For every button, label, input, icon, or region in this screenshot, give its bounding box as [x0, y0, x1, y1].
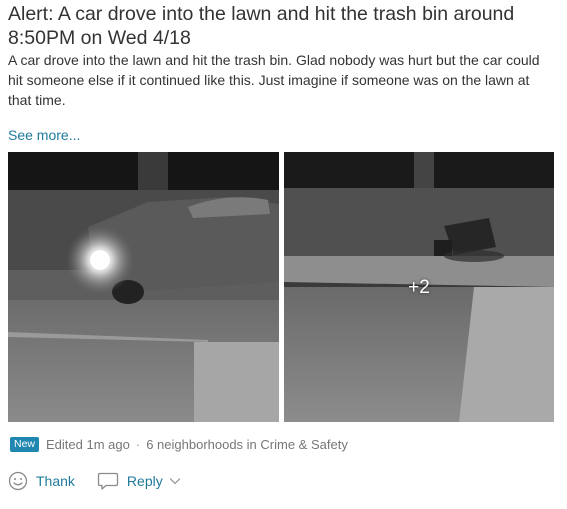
speech-bubble-icon — [97, 471, 119, 491]
smiley-icon — [8, 471, 28, 491]
edited-time: Edited 1m ago — [46, 436, 130, 452]
post-photo-1[interactable] — [8, 152, 279, 422]
meta-separator: · — [135, 436, 141, 452]
new-badge: New — [10, 436, 40, 452]
car-night-photo — [8, 152, 279, 422]
thank-label: Thank — [36, 473, 75, 489]
reply-label: Reply — [126, 473, 163, 489]
post-card: Alert: A car drove into the lawn and hit… — [0, 0, 567, 509]
post-title: Alert: A car drove into the lawn and hit… — [8, 3, 515, 49]
post-actions: Thank Reply — [8, 469, 181, 493]
post-photo-2[interactable]: +2 — [284, 152, 554, 422]
chevron-down-icon[interactable] — [169, 476, 181, 486]
more-photos-count: +2 — [408, 277, 430, 298]
see-more-link[interactable]: See more... — [8, 126, 80, 144]
post-body: A car drove into the lawn and hit the tr… — [8, 52, 540, 108]
thank-button[interactable]: Thank — [8, 471, 75, 491]
reply-button[interactable]: Reply — [97, 471, 181, 491]
post-scope[interactable]: 6 neighborhoods in Crime & Safety — [146, 437, 348, 452]
post-meta: New Edited 1m ago · 6 neighborhoods in C… — [10, 436, 348, 452]
